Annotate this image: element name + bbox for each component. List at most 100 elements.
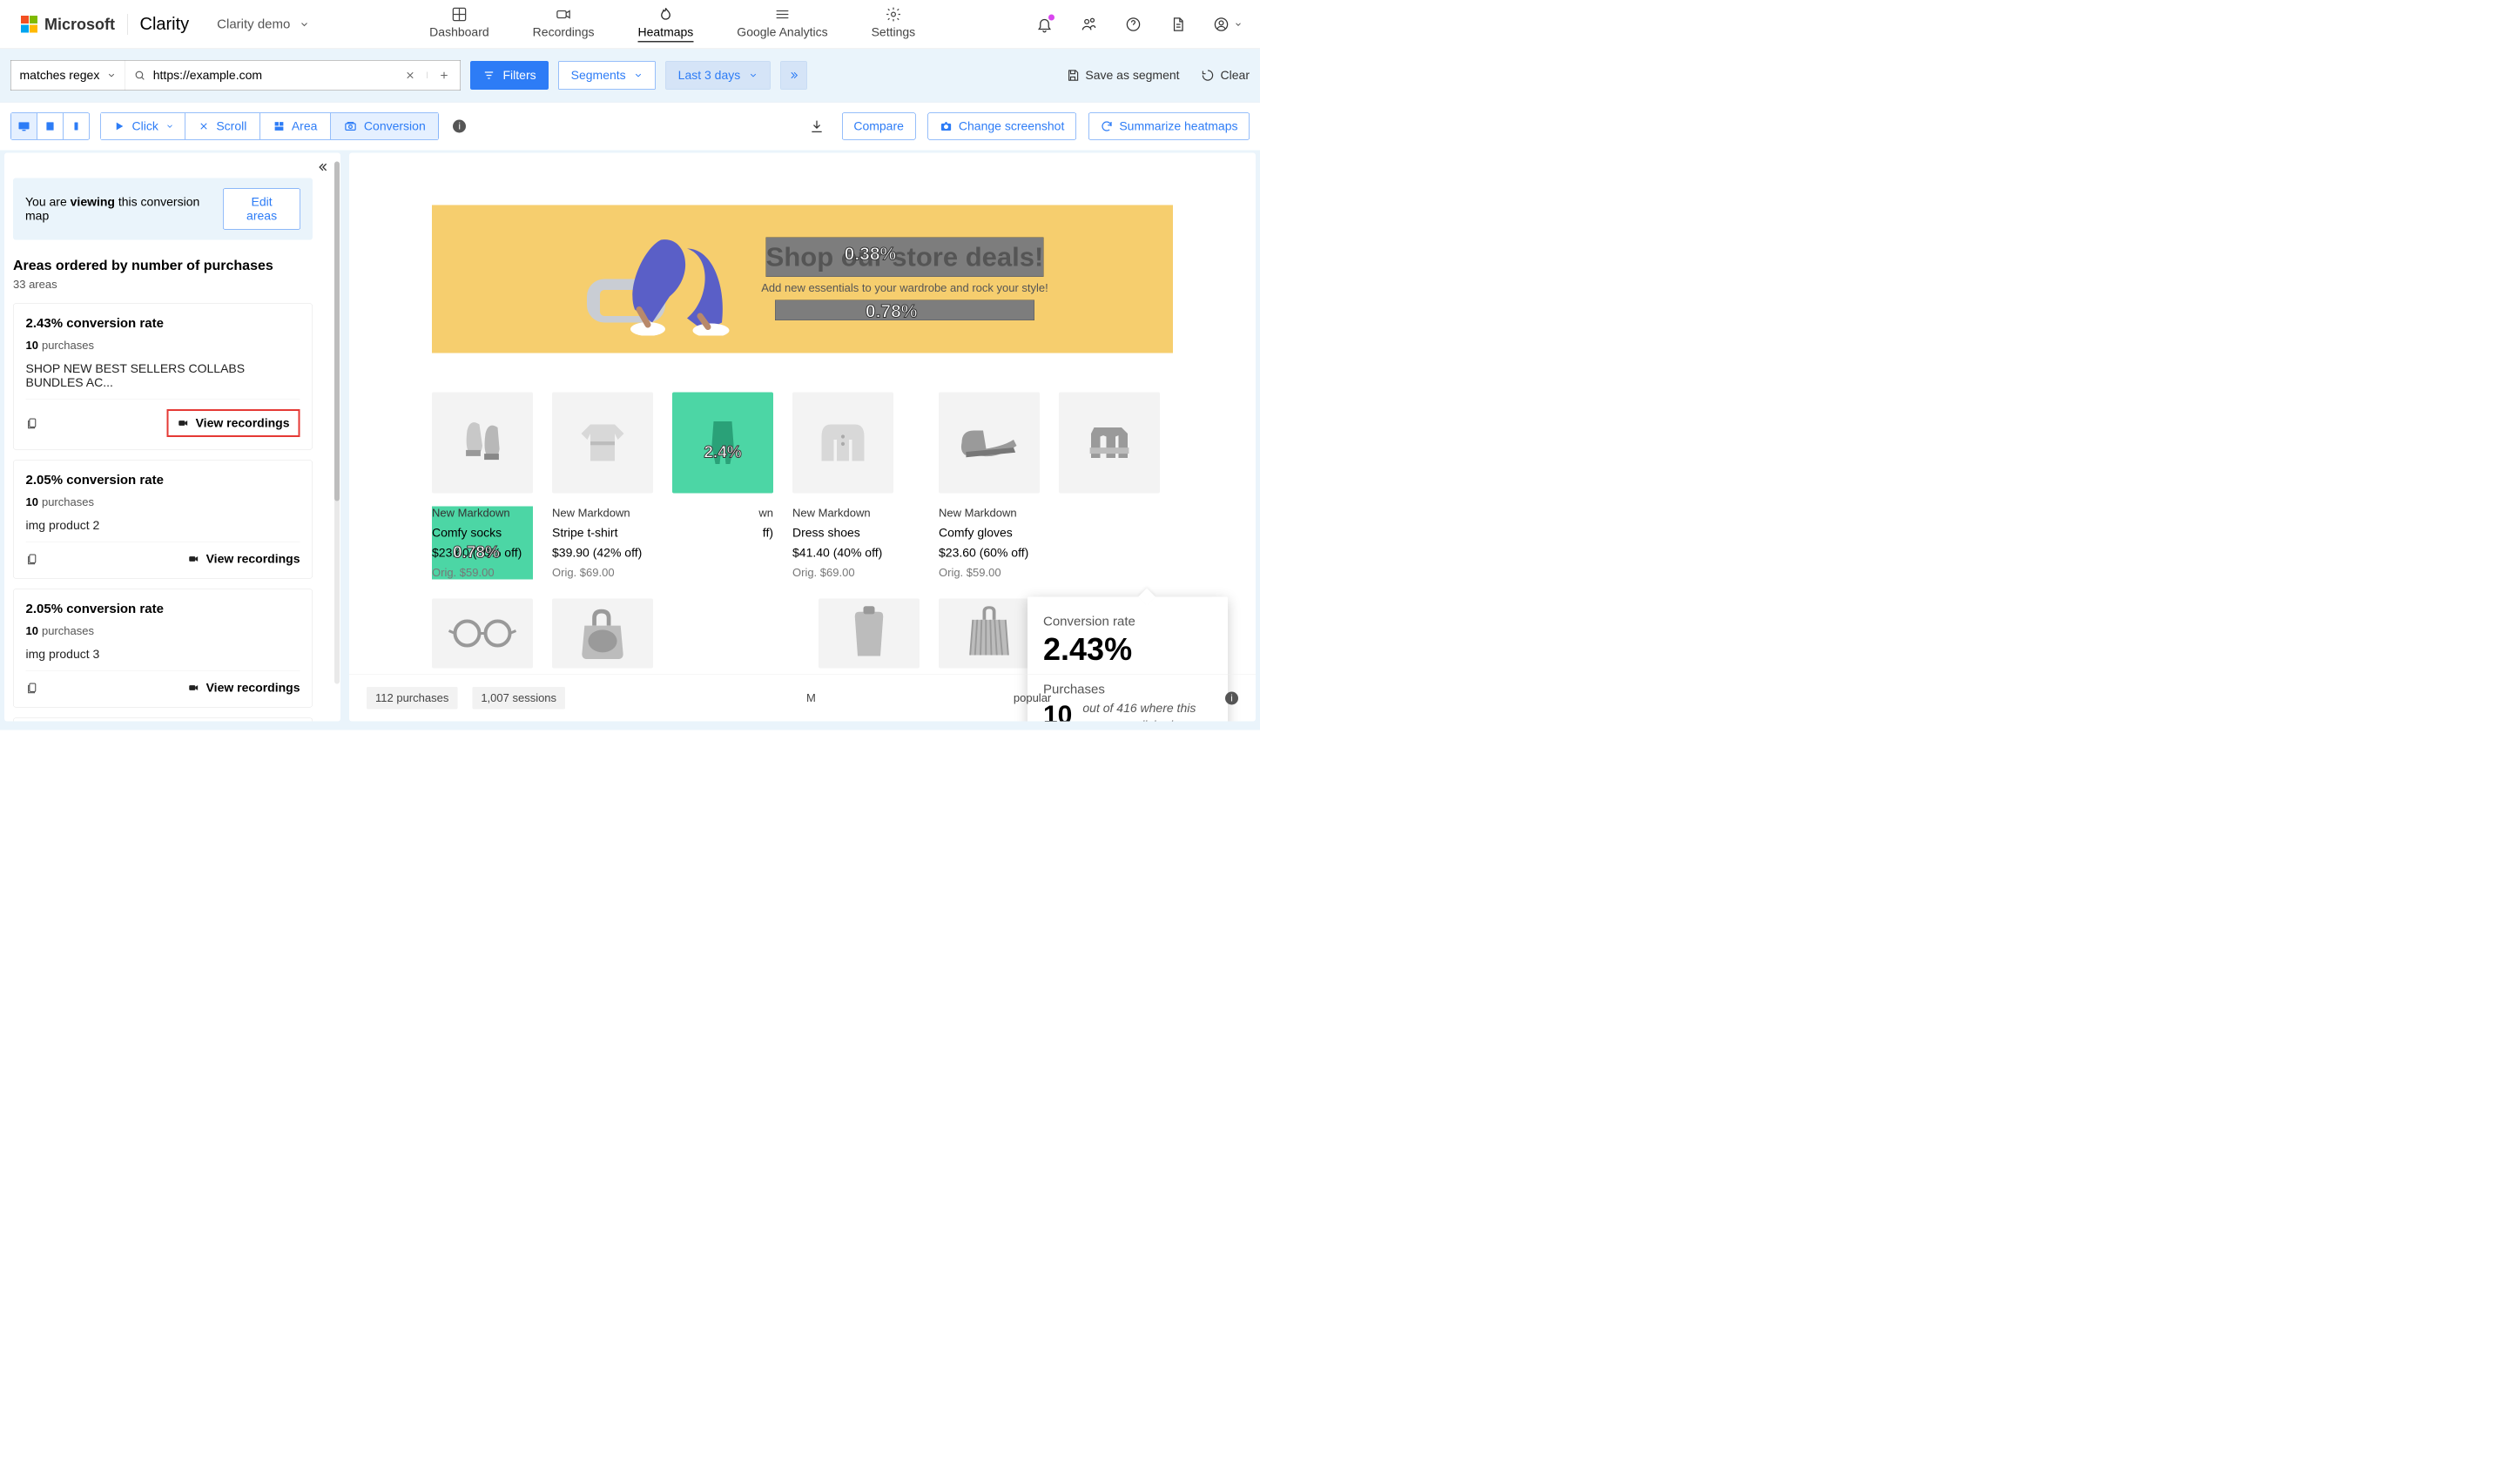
nav-tabs: Dashboard Recordings Heatmaps Google Ana… xyxy=(309,6,1035,43)
banner-title: Shop our store deals! xyxy=(766,241,1044,272)
product-image xyxy=(939,393,1040,494)
scroll-icon xyxy=(198,121,209,132)
product-card[interactable]: 2.4% wn ff) xyxy=(672,393,773,580)
product-image xyxy=(939,599,1040,669)
area-card[interactable]: 12.50% conversion rate xyxy=(13,718,313,722)
product-card[interactable] xyxy=(1059,393,1160,580)
device-tablet[interactable] xyxy=(37,113,64,139)
gear-icon xyxy=(885,6,901,23)
top-bar: Microsoft Clarity Clarity demo Dashboard… xyxy=(0,0,1260,49)
top-icons xyxy=(1035,15,1243,33)
brand-microsoft: Microsoft xyxy=(44,15,115,33)
product-image xyxy=(552,393,653,494)
viewport-footer: 112 purchases 1,007 sessions M popular i xyxy=(349,675,1256,722)
product-image xyxy=(1059,393,1160,494)
product-card[interactable]: New Markdown Comfy socks $23.60 (60% off… xyxy=(432,393,533,580)
viewing-banner: You are viewing this conversion map Edit… xyxy=(13,178,313,240)
project-name: Clarity demo xyxy=(217,17,290,31)
area-card[interactable]: 2.05% conversion rate 10purchases img pr… xyxy=(13,589,313,708)
product-image xyxy=(792,393,893,494)
copy-icon[interactable] xyxy=(26,417,39,430)
metric-scroll[interactable]: Scroll xyxy=(185,113,260,140)
copy-icon[interactable] xyxy=(26,682,39,695)
more-filters-button[interactable] xyxy=(780,61,807,90)
clear-icon[interactable] xyxy=(404,70,415,81)
user-menu[interactable] xyxy=(1213,15,1243,33)
copy-icon[interactable] xyxy=(26,553,39,566)
product-card[interactable]: New Markdown Dress shoes $41.40 (40% off… xyxy=(792,393,893,580)
url-field[interactable] xyxy=(125,69,394,83)
filters-button[interactable]: Filters xyxy=(470,61,549,90)
view-recordings-button[interactable]: View recordings xyxy=(188,681,300,695)
device-desktop[interactable] xyxy=(11,113,37,139)
device-mobile[interactable] xyxy=(64,113,90,139)
view-recordings-button[interactable]: View recordings xyxy=(167,409,300,437)
document-icon xyxy=(1169,16,1186,32)
edit-areas-button[interactable]: Edit areas xyxy=(223,189,300,230)
chevron-down-icon xyxy=(1234,20,1243,29)
collapse-panel-button[interactable] xyxy=(317,161,330,174)
undo-icon xyxy=(1202,69,1215,82)
areas-heading: Areas ordered by number of purchases xyxy=(13,258,332,274)
url-input[interactable] xyxy=(153,69,386,83)
heatmap-viewport: Shop our store deals! 0.38% Add new esse… xyxy=(349,153,1256,722)
search-icon xyxy=(134,70,145,82)
info-icon[interactable]: i xyxy=(1225,691,1238,704)
tab-google-analytics[interactable]: Google Analytics xyxy=(737,6,827,43)
product-card[interactable] xyxy=(552,599,653,669)
play-icon xyxy=(114,121,125,132)
conversion-icon xyxy=(344,120,357,133)
banner-subtitle: Add new essentials to your wardrobe and … xyxy=(761,281,1048,295)
footer-sessions: 1,007 sessions xyxy=(472,687,565,710)
segments-dropdown[interactable]: Segments xyxy=(558,61,656,90)
filter-bar: matches regex | Filters Segments Last 3 … xyxy=(0,49,1260,103)
mobile-icon xyxy=(71,121,82,131)
metric-area[interactable]: Area xyxy=(260,113,331,140)
metric-click[interactable]: Click xyxy=(100,113,185,140)
save-segment-button[interactable]: Save as segment xyxy=(1066,69,1179,83)
tab-dashboard[interactable]: Dashboard xyxy=(429,6,489,43)
product-card[interactable] xyxy=(432,599,533,669)
add-icon[interactable] xyxy=(439,70,450,81)
tab-recordings[interactable]: Recordings xyxy=(533,6,595,43)
filter-icon xyxy=(483,70,495,82)
match-mode-dropdown[interactable]: matches regex xyxy=(11,61,125,91)
info-icon[interactable]: i xyxy=(453,120,466,133)
area-card[interactable]: 2.05% conversion rate 10purchases img pr… xyxy=(13,461,313,579)
chevron-down-icon xyxy=(106,71,116,80)
tab-heatmaps[interactable]: Heatmaps xyxy=(637,6,693,43)
area-card[interactable]: 2.43% conversion rate 10purchases SHOP N… xyxy=(13,304,313,450)
tab-settings[interactable]: Settings xyxy=(872,6,916,43)
project-dropdown[interactable]: Clarity demo xyxy=(217,17,309,31)
desktop-icon xyxy=(17,119,30,133)
notifications-button[interactable] xyxy=(1035,15,1054,33)
chevron-down-icon xyxy=(299,19,309,30)
scrollbar[interactable] xyxy=(334,162,340,684)
product-card[interactable] xyxy=(792,599,893,669)
video-icon xyxy=(188,682,200,694)
view-recordings-button[interactable]: View recordings xyxy=(188,552,300,566)
summarize-button[interactable]: Summarize heatmaps xyxy=(1088,113,1250,140)
product-image: 2.4% xyxy=(672,393,773,494)
team-button[interactable] xyxy=(1080,15,1098,33)
video-icon xyxy=(178,417,190,429)
download-button[interactable] xyxy=(808,118,825,135)
product-image xyxy=(819,599,920,669)
camera-icon xyxy=(940,120,953,133)
product-card[interactable]: New Markdown Comfy gloves $23.60 (60% of… xyxy=(939,393,1040,580)
clear-button[interactable]: Clear xyxy=(1202,69,1250,83)
date-range-dropdown[interactable]: Last 3 days xyxy=(665,61,771,90)
product-card[interactable] xyxy=(913,599,1014,669)
camera-icon xyxy=(556,6,572,23)
areas-count: 33 areas xyxy=(13,278,332,292)
change-screenshot-button[interactable]: Change screenshot xyxy=(927,113,1075,140)
document-button[interactable] xyxy=(1169,15,1187,33)
help-button[interactable] xyxy=(1124,15,1142,33)
chevron-down-icon xyxy=(165,122,174,131)
heatmap-overlay-label: 0.78% xyxy=(866,300,918,321)
product-card[interactable]: New Markdown Stripe t-shirt $39.90 (42% … xyxy=(552,393,653,580)
compare-button[interactable]: Compare xyxy=(842,113,916,140)
tablet-icon xyxy=(44,120,56,132)
metric-conversion[interactable]: Conversion xyxy=(331,113,439,140)
side-panel: You are viewing this conversion map Edit… xyxy=(4,153,340,722)
